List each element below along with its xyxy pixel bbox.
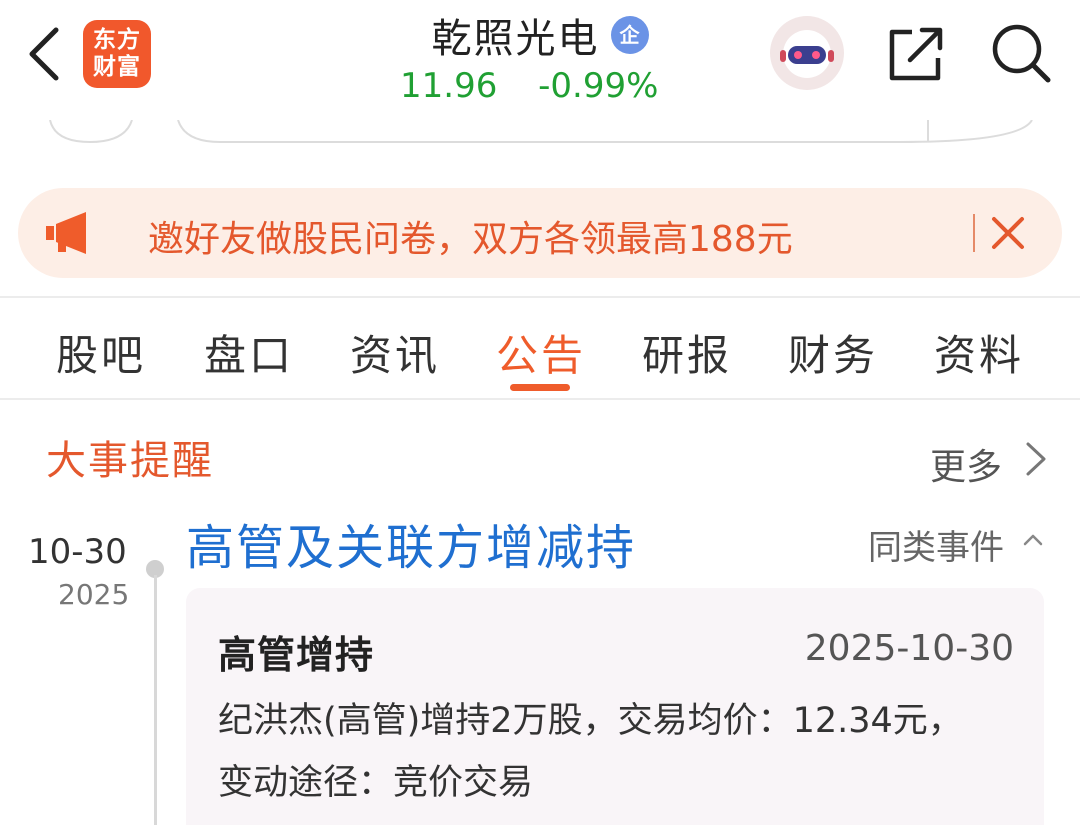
event-card[interactable]: 高管增持 2025-10-30 纪洪杰(高管)增持2万股，交易均价：12.34元…: [186, 588, 1044, 825]
enterprise-badge: 企: [610, 16, 649, 54]
stock-name: 乾照光电: [431, 16, 600, 62]
back-arrow-icon[interactable]: [22, 22, 66, 86]
search-icon[interactable]: [988, 20, 1054, 86]
tab-finance[interactable]: 财务: [788, 322, 878, 383]
card-date: 2025-10-30: [804, 628, 1014, 669]
logo-line-2: 财富: [93, 54, 141, 80]
notice-text: 邀好友做股民问卷，双方各领最高188元: [148, 219, 793, 260]
timeline-line: [154, 575, 157, 825]
card-description-line-1: 纪洪杰(高管)增持2万股，交易均价：12.34元，: [218, 701, 963, 741]
card-description: 纪洪杰(高管)增持2万股，交易均价：12.34元， 变动途径：竞价交易: [218, 690, 1018, 814]
card-title: 高管增持: [218, 633, 375, 677]
promo-notice-banner[interactable]: 邀好友做股民问卷，双方各领最高188元: [18, 188, 1062, 278]
event-year: 2025: [58, 578, 130, 611]
notice-separator: [973, 214, 975, 252]
stock-title[interactable]: 乾照光电 企: [330, 6, 750, 64]
card-description-line-2: 变动途径：竞价交易: [218, 763, 534, 803]
robot-avatar-icon[interactable]: [770, 16, 844, 90]
divider: [0, 398, 1080, 400]
tab-research[interactable]: 研报: [642, 322, 732, 383]
megaphone-icon: [46, 212, 86, 254]
tab-announcements[interactable]: 公告: [496, 322, 586, 383]
section-tabs: 股吧 盘口 资讯 公告 研报 财务 资料: [0, 300, 1080, 398]
event-title[interactable]: 高管及关联方增减持: [186, 508, 636, 578]
app-logo[interactable]: 东方 财富: [83, 20, 151, 88]
share-icon[interactable]: [884, 22, 948, 86]
section-title: 大事提醒: [46, 438, 214, 484]
tab-profile[interactable]: 资料: [934, 322, 1024, 383]
divider: [0, 296, 1080, 298]
logo-line-1: 东方: [93, 27, 141, 53]
chevron-up-icon[interactable]: [1020, 530, 1046, 550]
stock-price: 11.96: [400, 66, 498, 106]
active-tab-indicator: [510, 384, 570, 391]
stock-quote: 11.96 -0.99%: [400, 66, 658, 106]
tab-news[interactable]: 资讯: [350, 322, 440, 383]
similar-events-toggle[interactable]: 同类事件: [868, 520, 1004, 569]
more-link[interactable]: 更多: [930, 438, 1002, 490]
tab-guba[interactable]: 股吧: [56, 322, 146, 383]
close-icon[interactable]: [990, 215, 1026, 251]
top-header: 东方 财富 乾照光电 企 11.96 -0.99%: [0, 0, 1080, 120]
event-date: 10-30: [28, 532, 127, 572]
tab-pankou[interactable]: 盘口: [204, 322, 294, 383]
stock-change-pct: -0.99%: [538, 66, 659, 106]
scrolled-toolbar-remnant: [49, 120, 1033, 144]
chevron-right-icon[interactable]: [1020, 438, 1050, 480]
